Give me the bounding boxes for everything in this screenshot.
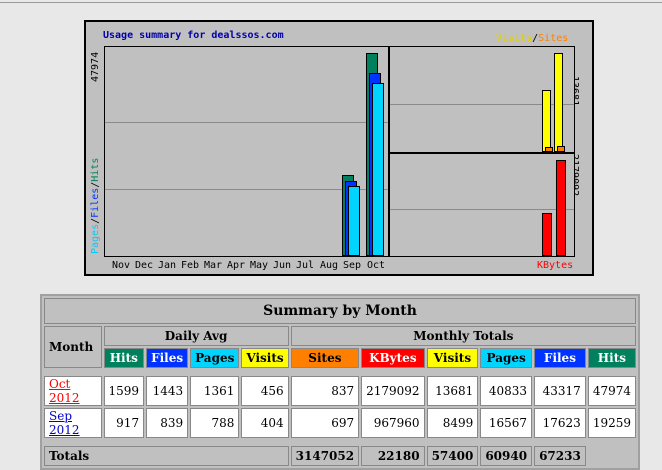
chart-title: Usage summary for dealssos.com xyxy=(103,30,284,41)
totals-cell: 60940 xyxy=(480,446,533,466)
month-label-nov: Nov xyxy=(112,260,131,271)
month-label-jun: Jun xyxy=(273,260,292,271)
month-link-oct-2012[interactable]: Oct 2012 xyxy=(49,377,80,405)
table-row: Oct 2012 1599 1443 1361 456 837 2179092 13681 4… xyxy=(44,376,636,406)
month-label-dec: Dec xyxy=(135,260,154,271)
pages-bar-sep xyxy=(348,186,360,256)
col-daily-hits: Hits xyxy=(103,348,145,368)
table-cell: 17623 xyxy=(534,408,586,438)
month-label-apr: Apr xyxy=(227,260,246,271)
table-cell: 917 xyxy=(103,408,145,438)
visits-plot-area xyxy=(389,46,575,153)
col-monthly-pages: Pages xyxy=(480,348,533,368)
totals-cell: 57400 xyxy=(426,446,479,466)
pages-bar-oct xyxy=(372,83,384,256)
totals-cell: 67233 xyxy=(534,446,586,466)
col-monthly-files: Files xyxy=(534,348,586,368)
table-cell: 16567 xyxy=(480,408,533,438)
table-cell: 837 xyxy=(290,376,360,406)
chart-legend-top: Visits/Sites xyxy=(496,34,568,44)
month-label-sep: Sep xyxy=(343,260,362,271)
table-cell: 8499 xyxy=(426,408,479,438)
table-row: Sep 2012 917 839 788 404 697 967960 8499 16567 1… xyxy=(44,408,636,438)
sites-bar-0 xyxy=(545,147,553,152)
main-plot-area xyxy=(104,46,389,257)
sites-bar-1 xyxy=(557,146,565,152)
totals-cell: 3147052 xyxy=(290,446,360,466)
y-label-files: Files xyxy=(90,187,101,218)
month-label-aug: Aug xyxy=(320,260,339,271)
summary-title: Summary by Month xyxy=(44,298,636,324)
kbytes-bar-0 xyxy=(542,213,552,256)
month-label-oct: Oct xyxy=(367,260,386,271)
table-cell: 43317 xyxy=(534,376,586,406)
month-header: Month xyxy=(44,326,102,368)
col-monthly-kbytes: KBytes xyxy=(361,348,425,368)
col-daily-files: Files xyxy=(146,348,189,368)
col-monthly-sites: Sites xyxy=(290,348,360,368)
y-label-sep1: / xyxy=(90,217,101,224)
kbytes-bar-1 xyxy=(556,160,566,256)
usage-chart: Usage summary for dealssos.com Visits/Si… xyxy=(84,20,594,276)
month-cell: Sep 2012 xyxy=(44,408,102,438)
visits-bar-0 xyxy=(542,90,551,152)
month-label-feb: Feb xyxy=(181,260,200,271)
daily-avg-header: Daily Avg xyxy=(103,326,289,346)
month-label-may: May xyxy=(250,260,269,271)
y-left-max: 47974 xyxy=(90,51,101,82)
top-divider xyxy=(0,2,662,3)
table-cell: 456 xyxy=(241,376,289,406)
kbytes-plot-area xyxy=(389,153,575,257)
col-monthly-visits: Visits xyxy=(426,348,479,368)
summary-table: Summary by Month Month Daily Avg Monthly… xyxy=(40,294,640,470)
table-cell: 967960 xyxy=(361,408,425,438)
totals-cell: 22180 xyxy=(361,446,425,466)
month-label-jan: Jan xyxy=(158,260,177,271)
table-cell: 19259 xyxy=(587,408,636,438)
month-cell: Oct 2012 xyxy=(44,376,102,406)
table-cell: 47974 xyxy=(587,376,636,406)
totals-label: Totals xyxy=(44,446,289,466)
gridline xyxy=(390,209,574,210)
y-label-pages: Pages xyxy=(90,223,101,254)
table-cell: 1361 xyxy=(190,376,240,406)
visits-bar-1 xyxy=(554,53,563,152)
table-cell: 404 xyxy=(241,408,289,438)
col-daily-visits: Visits xyxy=(241,348,289,368)
col-monthly-hits: Hits xyxy=(587,348,636,368)
table-cell: 13681 xyxy=(426,376,479,406)
totals-row: Totals 3147052 22180 57400 60940 67233 xyxy=(44,446,636,466)
gridline xyxy=(105,122,388,123)
table-cell: 1599 xyxy=(103,376,145,406)
table-cell: 1443 xyxy=(146,376,189,406)
table-cell: 788 xyxy=(190,408,240,438)
y-label-sep2: / xyxy=(90,181,101,188)
table-cell: 839 xyxy=(146,408,189,438)
table-cell: 40833 xyxy=(480,376,533,406)
month-link-sep-2012[interactable]: Sep 2012 xyxy=(49,409,80,437)
legend-sites: Sites xyxy=(538,33,569,44)
y-left-label: Pages/Files/Hits xyxy=(90,157,101,254)
col-daily-pages: Pages xyxy=(190,348,240,368)
monthly-totals-header: Monthly Totals xyxy=(290,326,636,346)
legend-kbytes: KBytes xyxy=(537,260,574,271)
month-label-mar: Mar xyxy=(204,260,223,271)
column-headers: Hits Files Pages Visits Sites KBytes Visits Pag… xyxy=(44,348,636,368)
table-cell: 697 xyxy=(290,408,360,438)
y-label-hits: Hits xyxy=(90,157,101,182)
month-label-jul: Jul xyxy=(296,260,315,271)
legend-visits: Visits xyxy=(496,33,533,44)
table-cell: 2179092 xyxy=(361,376,425,406)
